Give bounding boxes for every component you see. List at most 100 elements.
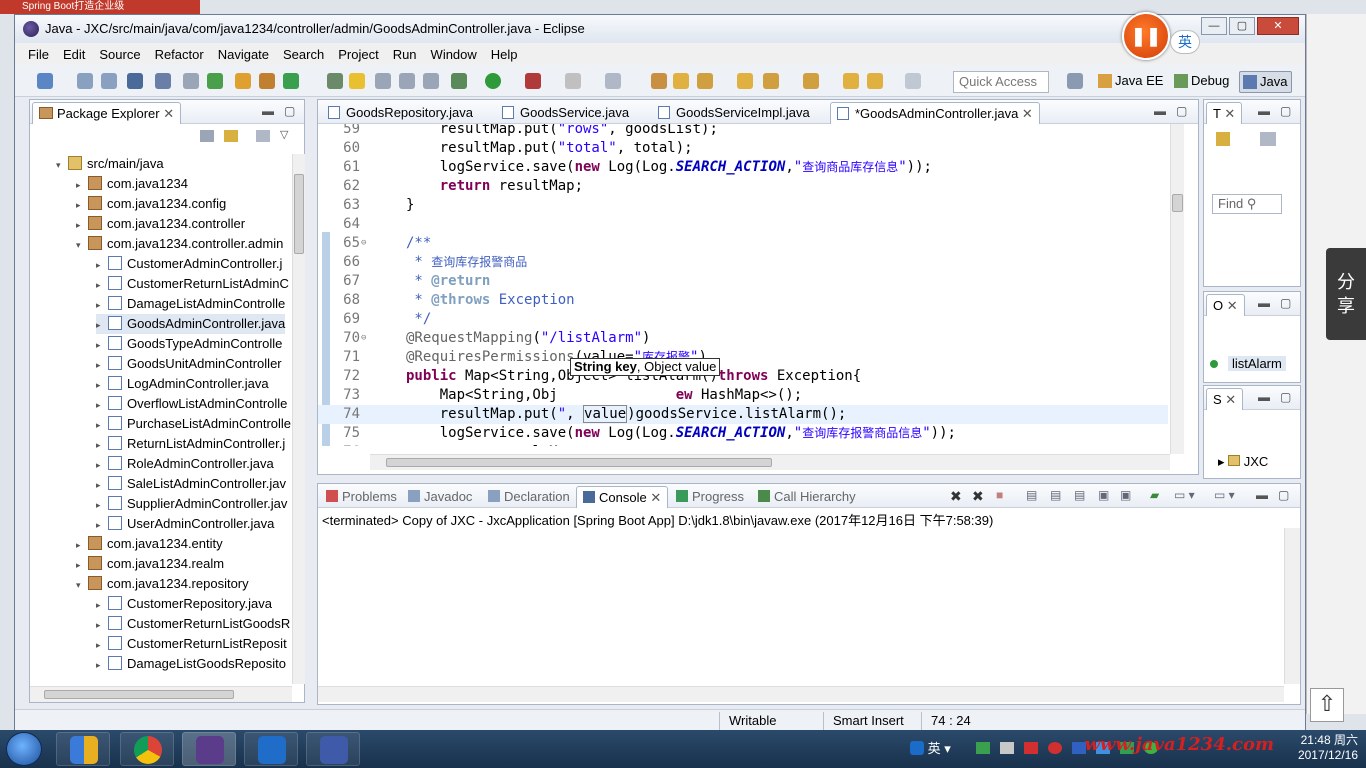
external-tools-icon[interactable] — [525, 73, 541, 89]
scroll-thumb[interactable] — [294, 174, 304, 254]
tray-ime[interactable]: 英 ▾ — [910, 738, 951, 757]
menu-source[interactable]: Source — [92, 47, 147, 62]
tree-item[interactable]: ▸ GoodsUnitAdminController — [96, 354, 282, 374]
back-to-top-button[interactable]: ⇧ — [1310, 688, 1344, 722]
collapse-all-icon[interactable] — [200, 130, 214, 142]
maximize-editor-icon[interactable]: ▢ — [1176, 104, 1187, 118]
tree-item[interactable]: ▸ PurchaseListAdminControlle — [96, 414, 291, 434]
collapsed-twisty-icon[interactable]: ▸ — [96, 475, 108, 495]
disconnect-icon[interactable] — [605, 73, 621, 89]
network-icon[interactable] — [1000, 742, 1014, 754]
show-stderr-icon[interactable]: ▣ — [1120, 488, 1131, 502]
maximize-view-icon[interactable]: ▢ — [284, 104, 295, 118]
collapsed-twisty-icon[interactable]: ▸ — [96, 595, 108, 615]
taskbar-app-eclipse[interactable] — [182, 732, 236, 766]
tree-item[interactable]: ▸ SupplierAdminController.jav — [96, 494, 287, 514]
tab-package-explorer[interactable]: Package Explorer ✕ — [32, 102, 182, 124]
tab-outline[interactable]: O ✕ — [1206, 294, 1245, 316]
next-annotation-icon[interactable] — [763, 73, 779, 89]
maximize-button[interactable]: ▢ — [1229, 17, 1255, 35]
recording-pause-button[interactable]: ❚❚ — [1122, 12, 1170, 60]
menu-run[interactable]: Run — [386, 47, 424, 62]
spring-icon[interactable] — [207, 73, 223, 89]
tree-vertical-scrollbar[interactable] — [292, 154, 305, 684]
collapsed-twisty-icon[interactable]: ▸ — [96, 615, 108, 635]
taskbar-app-word[interactable] — [244, 732, 298, 766]
editor-vertical-scrollbar[interactable] — [1170, 124, 1184, 454]
close-button[interactable]: ✕ — [1257, 17, 1299, 35]
collapsed-twisty-icon[interactable]: ▸ — [96, 335, 108, 355]
tree-item[interactable]: ▸ CustomerAdminController.j — [96, 254, 282, 274]
scroll-thumb[interactable] — [1172, 194, 1183, 212]
editor-tab[interactable]: GoodsServiceImpl.java — [652, 102, 816, 124]
search-icon[interactable] — [697, 73, 713, 89]
tree-item[interactable]: ▸ GoodsTypeAdminControlle — [96, 334, 282, 354]
run-icon[interactable] — [485, 73, 501, 89]
fold-toggle-icon[interactable]: ⊖ — [361, 234, 366, 253]
share-button[interactable]: 分 享 — [1326, 248, 1366, 340]
expanded-twisty-icon[interactable]: ▾ — [76, 575, 88, 595]
console-horizontal-scrollbar[interactable] — [318, 686, 1284, 702]
maximize-view-icon[interactable]: ▢ — [1280, 104, 1291, 118]
antivirus-icon[interactable] — [1048, 742, 1062, 754]
back-icon[interactable] — [867, 73, 883, 89]
tree-item[interactable]: ▸ OverflowListAdminControlle — [96, 394, 287, 414]
tree-item[interactable]: ▸ com.java1234.entity — [76, 534, 223, 554]
tree-item[interactable]: ▸ RoleAdminController.java — [96, 454, 274, 474]
last-edit-icon[interactable] — [843, 73, 859, 89]
scroll-lock-icon[interactable]: ▤ — [1050, 488, 1061, 502]
terminate-icon[interactable]: ■ — [996, 488, 1003, 502]
open-console-icon[interactable]: ▭ ▾ — [1214, 488, 1235, 502]
minimize-view-icon[interactable]: ▬ — [1256, 488, 1268, 502]
collapsed-twisty-icon[interactable]: ▸ — [96, 435, 108, 455]
tree-item[interactable]: ▾ com.java1234.controller.admin — [76, 234, 283, 254]
open-folder-icon[interactable] — [673, 73, 689, 89]
collapsed-twisty-icon[interactable]: ▸ — [96, 515, 108, 535]
display-console-icon[interactable]: ▭ ▾ — [1174, 488, 1195, 502]
collapsed-twisty-icon[interactable]: ▸ — [96, 355, 108, 375]
tree-item[interactable]: ▸ GoodsAdminController.java — [96, 314, 286, 334]
maximize-view-icon[interactable]: ▢ — [1278, 488, 1289, 502]
bottom-tab[interactable]: Console ✕ — [576, 486, 669, 508]
security-icon[interactable] — [1024, 742, 1038, 754]
collapsed-twisty-icon[interactable]: ▸ — [96, 635, 108, 655]
categorize-icon[interactable] — [1260, 132, 1276, 146]
perspective-debug[interactable]: Debug — [1171, 71, 1233, 93]
scroll-thumb[interactable] — [386, 458, 772, 467]
block-select-icon[interactable] — [375, 73, 391, 89]
tree-item[interactable]: ▸ DamageListAdminControlle — [96, 294, 285, 314]
tree-item[interactable]: ▸ LogAdminController.java — [96, 374, 269, 394]
previous-annotation-icon[interactable] — [803, 73, 819, 89]
save-icon[interactable] — [77, 73, 93, 89]
debug-icon[interactable] — [451, 73, 467, 89]
code-editor[interactable]: 59 resultMap.put("rows", goodsList); 60 r… — [318, 124, 1198, 446]
new-server-icon[interactable] — [235, 73, 251, 89]
collapsed-twisty-icon[interactable]: ▸ — [76, 175, 88, 195]
link-editor-icon[interactable] — [224, 130, 238, 142]
collapsed-twisty-icon[interactable]: ▸ — [96, 655, 108, 674]
maximize-view-icon[interactable]: ▢ — [1280, 296, 1291, 310]
open-resource-icon[interactable] — [737, 73, 753, 89]
tree-item[interactable]: ▸ com.java1234.config — [76, 194, 226, 214]
menu-project[interactable]: Project — [331, 47, 385, 62]
new-task-icon[interactable] — [1216, 132, 1230, 146]
collapsed-twisty-icon[interactable]: ▸ — [96, 495, 108, 515]
clear-console-icon[interactable]: ▤ — [1026, 488, 1037, 502]
show-stdout-icon[interactable]: ▣ — [1098, 488, 1109, 502]
expanded-twisty-icon[interactable]: ▾ — [56, 155, 68, 175]
maximize-view-icon[interactable]: ▢ — [1280, 390, 1291, 404]
remove-all-icon[interactable]: ✖ — [972, 488, 984, 505]
collapsed-twisty-icon[interactable]: ▸ — [96, 275, 108, 295]
collapsed-twisty-icon[interactable]: ▸ — [96, 455, 108, 475]
tab-task-list[interactable]: T ✕ — [1206, 102, 1243, 124]
tree-item[interactable]: ▸ CustomerReturnListReposit — [96, 634, 287, 654]
show-whitespace-icon[interactable] — [399, 73, 415, 89]
focus-icon[interactable] — [256, 130, 270, 142]
remove-launch-icon[interactable]: ✖ — [950, 488, 962, 505]
console-vertical-scrollbar[interactable] — [1284, 528, 1300, 684]
tree-item[interactable]: ▸ com.java1234.controller — [76, 214, 245, 234]
collapsed-twisty-icon[interactable]: ▸ — [96, 295, 108, 315]
collapsed-twisty-icon[interactable]: ▸ — [76, 555, 88, 575]
bottom-tab[interactable]: Javadoc — [402, 486, 478, 508]
collapsed-twisty-icon[interactable]: ▸ — [76, 215, 88, 235]
